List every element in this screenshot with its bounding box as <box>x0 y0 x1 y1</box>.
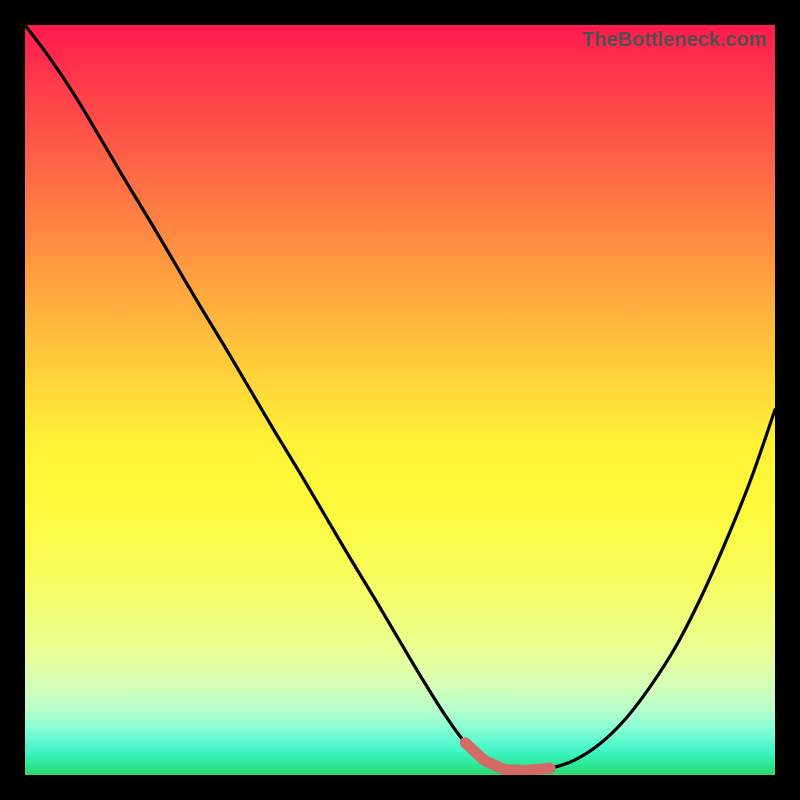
optimal-range-highlight <box>25 25 775 775</box>
chart-frame: TheBottleneck.com <box>0 0 800 800</box>
watermark-text: TheBottleneck.com <box>583 29 767 52</box>
plot-area: TheBottleneck.com <box>25 25 775 775</box>
